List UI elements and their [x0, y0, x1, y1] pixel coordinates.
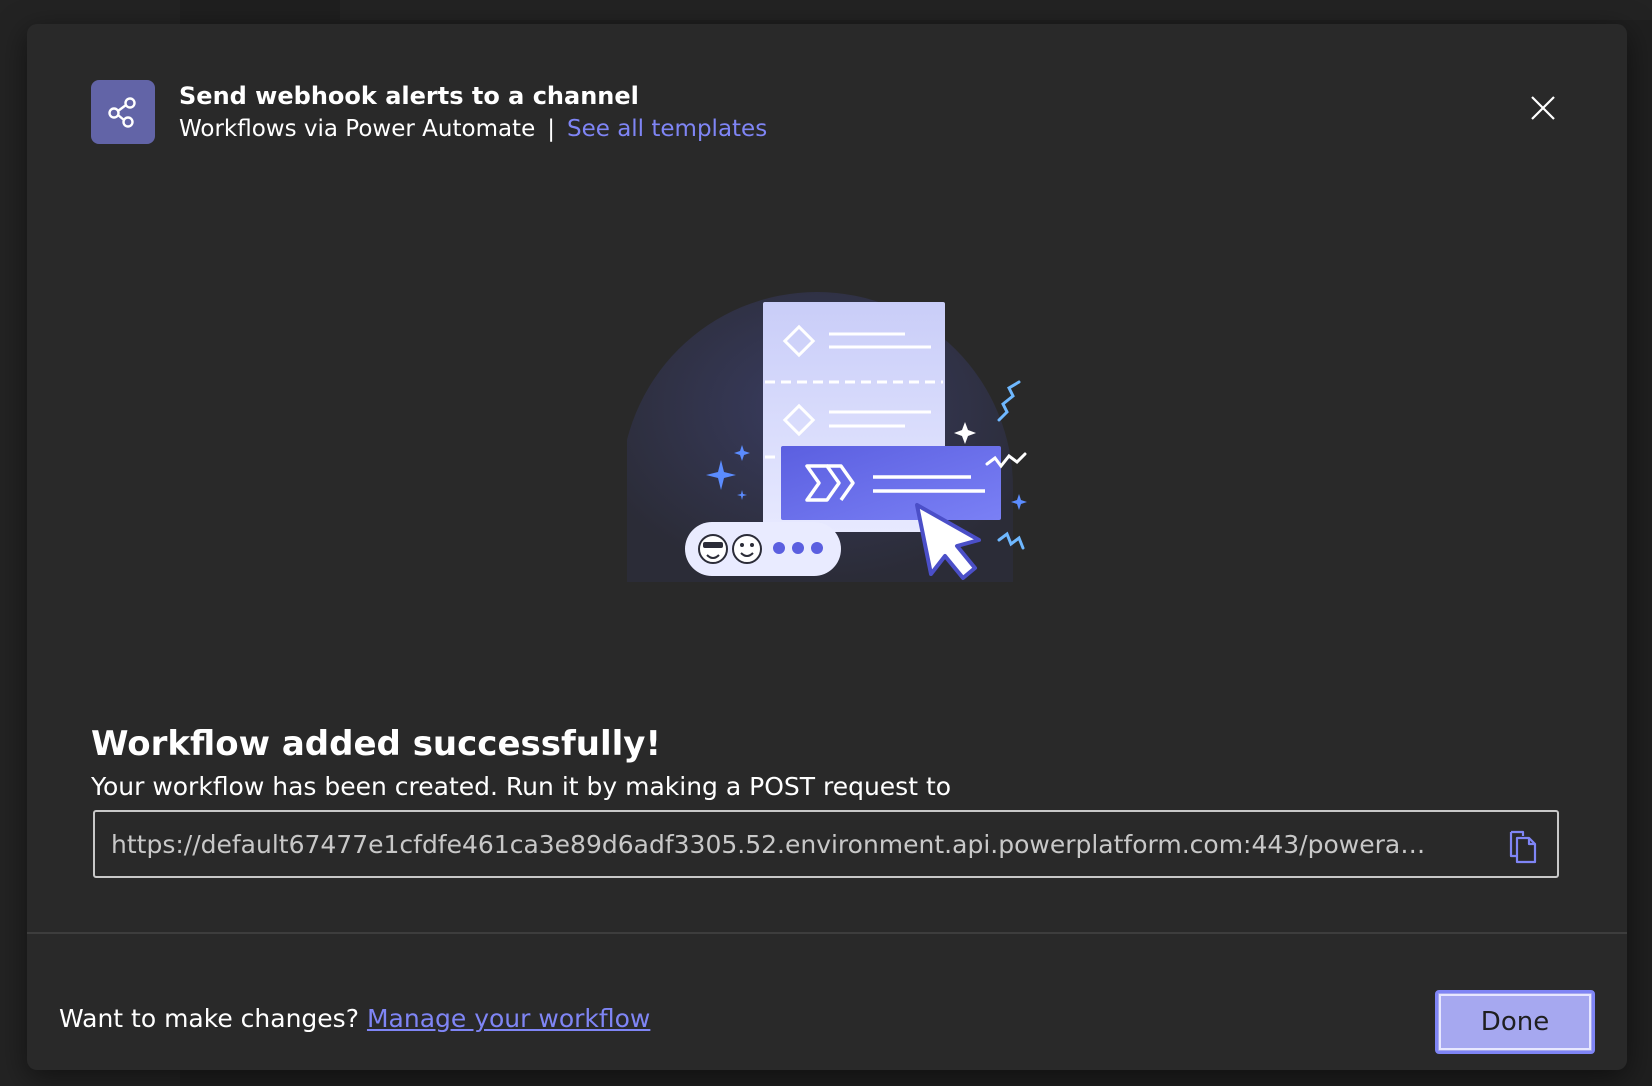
done-button[interactable]: Done	[1435, 990, 1595, 1054]
dialog-header: Send webhook alerts to a channel Workflo…	[91, 80, 1563, 150]
dialog-subtitle-row: Workflows via Power Automate | See all t…	[179, 116, 767, 142]
copy-icon	[1509, 830, 1537, 864]
close-icon	[1531, 96, 1555, 120]
backdrop-panel	[340, 0, 1652, 20]
share-nodes-icon	[91, 80, 155, 144]
dialog-subtitle: Workflows via Power Automate	[179, 116, 536, 142]
workflow-dialog: Send webhook alerts to a channel Workflo…	[27, 24, 1627, 1070]
see-all-templates-link[interactable]: See all templates	[567, 116, 767, 142]
webhook-url-text[interactable]: https://default67477e1cfdfe461ca3e89d6ad…	[111, 830, 1431, 859]
copy-button[interactable]	[1505, 826, 1541, 864]
manage-workflow-link[interactable]: Manage your workflow	[367, 1004, 650, 1033]
close-button[interactable]	[1523, 88, 1563, 128]
subtitle-separator: |	[547, 116, 555, 142]
footer-divider	[27, 932, 1627, 934]
success-description: Your workflow has been created. Run it b…	[91, 772, 952, 801]
success-title: Workflow added successfully!	[91, 724, 661, 764]
footer-prompt: Want to make changes?	[59, 1004, 359, 1033]
dialog-title: Send webhook alerts to a channel	[179, 82, 639, 110]
webhook-url-field[interactable]: https://default67477e1cfdfe461ca3e89d6ad…	[93, 810, 1559, 878]
workflow-illustration	[621, 272, 1047, 602]
footer-prompt-row: Want to make changes? Manage your workflo…	[59, 1004, 650, 1033]
